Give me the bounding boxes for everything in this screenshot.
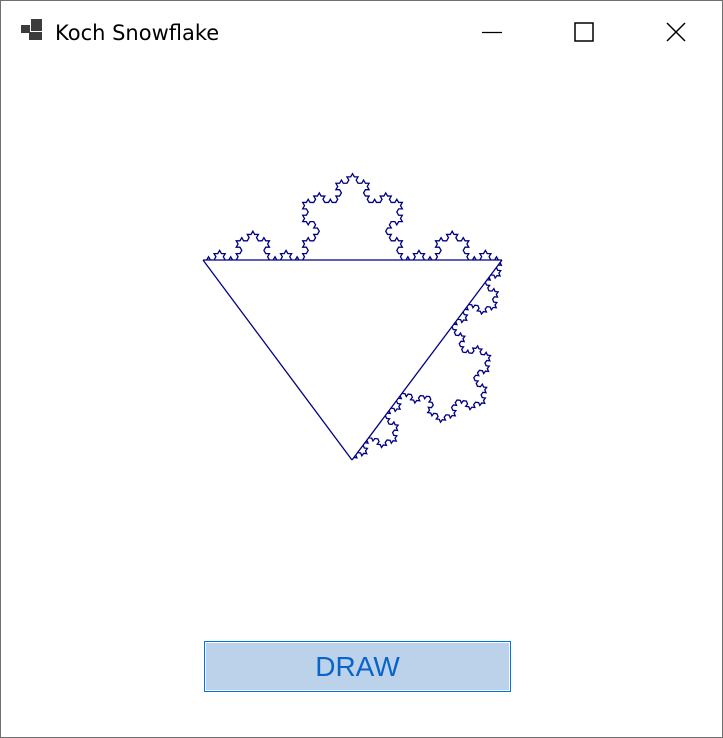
drawing-canvas [202, 172, 503, 461]
draw-button-label: DRAW [206, 643, 509, 690]
draw-button[interactable]: DRAW [204, 641, 511, 692]
koch-snowflake-curve [202, 172, 503, 461]
